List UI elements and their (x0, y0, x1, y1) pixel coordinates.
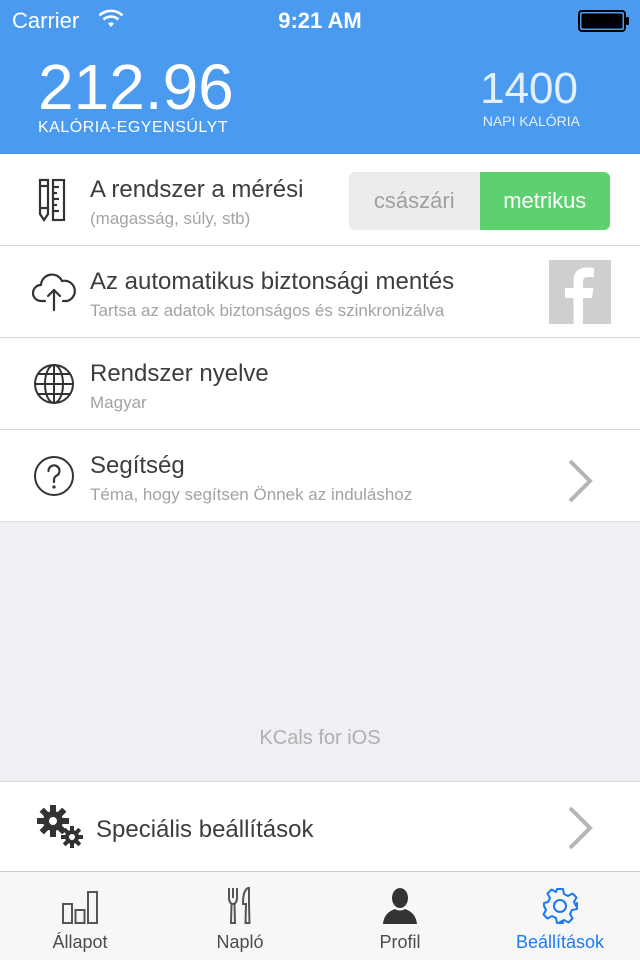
ruler-pencil-icon (38, 178, 66, 222)
language-value: Magyar (90, 393, 147, 412)
person-icon (383, 888, 417, 924)
tab-settings[interactable]: Beállítások (480, 872, 640, 960)
bar-chart-icon (62, 891, 98, 924)
backup-subtitle: Tartsa az adatok biztonságos és szinkron… (90, 301, 445, 320)
chevron-right-icon (568, 459, 593, 503)
cutlery-icon (228, 887, 251, 924)
tab-status-label: Állapot (52, 932, 108, 952)
tab-profile-label: Profil (379, 932, 421, 952)
facebook-icon (565, 267, 594, 324)
measurement-system-title: A rendszer a mérési (90, 176, 304, 203)
settings-list: A rendszer a mérési (magasság, súly, stb… (0, 154, 640, 522)
header: Carrier 9:21 AM 212.96 KALÓRIA-EGYENSÚLY… (0, 0, 640, 154)
measurement-system-row: A rendszer a mérési (magasság, súly, stb… (0, 154, 640, 246)
tab-settings-label: Beállítások (515, 932, 605, 952)
calorie-balance-label: KALÓRIA-EGYENSÚLYT (38, 119, 229, 136)
gears-icon (37, 805, 83, 848)
advanced-settings-label: Speciális beállítások (96, 816, 314, 843)
help-subtitle: Téma, hogy segítsen Önnek az induláshoz (90, 485, 413, 504)
daily-calorie-value: 1400 (480, 64, 578, 113)
tab-profile[interactable]: Profil (320, 872, 480, 960)
status-time: 9:21 AM (278, 8, 362, 33)
question-circle-icon (34, 456, 74, 496)
tab-diary-label: Napló (216, 932, 264, 952)
imperial-option[interactable]: császári (349, 172, 480, 230)
language-row[interactable]: Rendszer nyelve Magyar (0, 338, 640, 430)
metric-option[interactable]: metrikus (479, 172, 610, 230)
backup-row: Az automatikus biztonsági mentés Tartsa … (0, 246, 640, 338)
battery-icon (578, 10, 629, 32)
facebook-backup-button[interactable] (549, 260, 611, 324)
app-version-label: KCals for iOS (259, 727, 381, 749)
unit-segmented-control: császári metrikus (349, 172, 610, 230)
calorie-balance-value: 212.96 (38, 51, 234, 123)
status-bar: Carrier 9:21 AM (0, 0, 640, 40)
chevron-right-icon (568, 806, 593, 850)
backup-title: Az automatikus biztonsági mentés (90, 268, 455, 295)
measurement-system-subtitle: (magasság, súly, stb) (90, 209, 251, 228)
globe-icon (34, 364, 74, 404)
help-title: Segítség (90, 452, 185, 479)
tab-bar: Állapot Napló Profil Beállítások (0, 871, 640, 960)
advanced-settings-row[interactable]: Speciális beállítások (0, 781, 640, 871)
cloud-upload-icon (31, 273, 76, 312)
language-title: Rendszer nyelve (90, 360, 269, 387)
daily-calorie-label: NAPI KALÓRIA (482, 113, 580, 129)
tab-diary[interactable]: Napló (160, 872, 320, 960)
help-row[interactable]: Segítség Téma, hogy segítsen Önnek az in… (0, 430, 640, 522)
tab-status[interactable]: Állapot (0, 872, 160, 960)
gear-icon (542, 888, 578, 924)
